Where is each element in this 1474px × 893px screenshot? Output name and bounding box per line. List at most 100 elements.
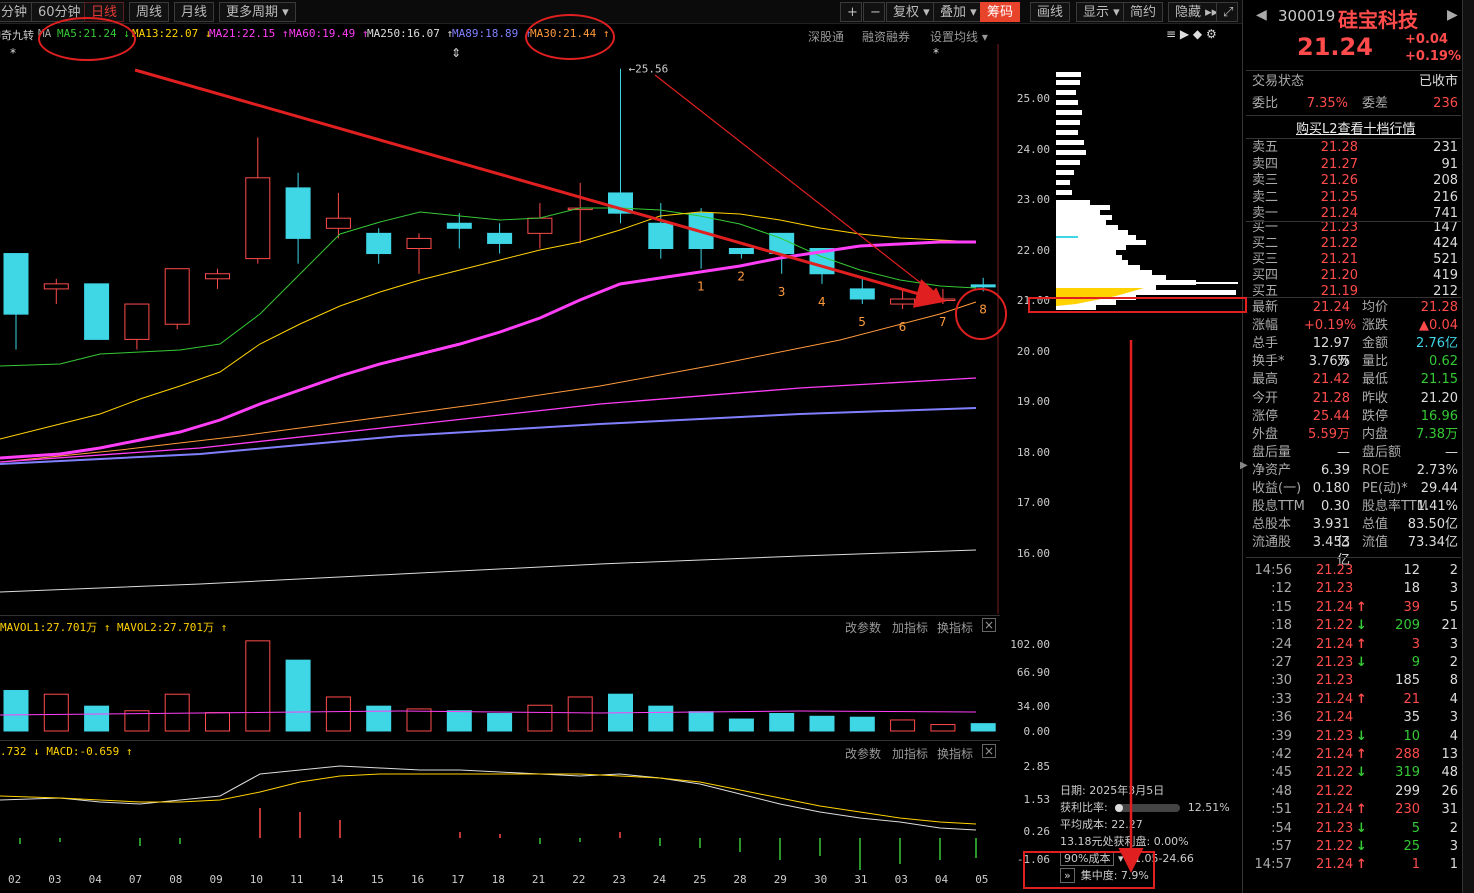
volume-tick: 0.00 — [1023, 725, 1051, 738]
margin-link[interactable]: 融资融券 — [862, 28, 910, 45]
candle-body[interactable] — [890, 298, 916, 305]
zoom-in-button[interactable]: + — [840, 2, 862, 22]
date-tick: 31 — [854, 873, 868, 886]
chips-button[interactable]: 筹码 — [980, 2, 1021, 22]
candle-body[interactable] — [728, 248, 754, 255]
date-tick: 16 — [411, 873, 425, 886]
chip-bar — [1056, 80, 1080, 85]
date-tick: 29 — [773, 873, 787, 886]
volume-bar — [366, 705, 392, 732]
date-tick: 15 — [370, 873, 384, 886]
candle-body[interactable] — [366, 232, 392, 255]
tick-row: :51 21.24 ↑ 230 31 — [1271, 802, 1458, 818]
collapse-panel-icon[interactable]: ▶ — [1240, 460, 1248, 471]
candle-body[interactable] — [970, 284, 996, 288]
macd-tick: 2.85 — [1023, 760, 1051, 773]
tab-minute[interactable]: 分钟 — [0, 2, 35, 22]
ma-legend-item[interactable]: MA250:16.07 ↑ — [367, 27, 453, 40]
candle-body[interactable] — [688, 212, 714, 249]
macd-tick: 0.26 — [1023, 825, 1051, 838]
candle-body[interactable] — [325, 217, 351, 229]
volume-bar — [890, 719, 916, 732]
stats-row: 净资产 6.39 ROE 2.73% — [1252, 462, 1458, 478]
ma-legend-item[interactable]: MA89:18.89 ↑ — [452, 27, 531, 40]
chart-tool-icons[interactable]: ≡ ▶ ◆ ⚙ — [1166, 27, 1217, 41]
tab-monthly[interactable]: 月线 — [174, 2, 215, 22]
signal-star: * — [933, 46, 939, 60]
candle-body[interactable] — [849, 288, 875, 300]
chip-bar — [1056, 150, 1086, 155]
stats-row: 换手* 3.76% 量比 0.62 — [1252, 354, 1458, 370]
tab-weekly[interactable]: 周线 — [129, 2, 170, 22]
vol-switch-indicator-link[interactable]: 换指标 — [937, 619, 973, 636]
volume-bar — [769, 713, 795, 732]
vol-close-icon[interactable]: × — [982, 618, 996, 632]
ma-legend-item[interactable]: MA60:19.49 ↑ — [289, 27, 368, 40]
tick-row: :48 21.22 299 26 — [1271, 783, 1458, 799]
candle-body[interactable] — [285, 187, 311, 239]
dea-line — [0, 773, 977, 825]
tab-more-periods[interactable]: 更多周期 ▾ — [219, 2, 296, 22]
ask-row[interactable]: 卖二 21.25 216 — [1252, 189, 1458, 207]
right-scrollbar[interactable] — [1462, 0, 1474, 893]
candle-body[interactable] — [3, 253, 29, 315]
candle-body[interactable] — [608, 192, 633, 214]
next-stock-icon[interactable]: ▶ — [1447, 7, 1458, 23]
stats-row: 外盘 5.59万 内盘 7.38万 — [1252, 426, 1458, 442]
volume-bar — [245, 640, 271, 732]
candle-body[interactable] — [487, 232, 513, 244]
candle-body[interactable] — [245, 177, 271, 260]
simple-button[interactable]: 简约 — [1123, 2, 1164, 22]
candle-body[interactable] — [648, 222, 674, 249]
candle-body[interactable] — [527, 217, 553, 234]
ma-legend-item[interactable]: MA21:22.15 ↑ — [209, 27, 288, 40]
price-tick: 18.00 — [1016, 445, 1050, 459]
nine-turn-label: 3 — [778, 285, 786, 299]
macd-close-icon[interactable]: × — [982, 744, 996, 758]
ask-row[interactable]: 卖四 21.27 91 — [1252, 156, 1458, 174]
volume-chart — [0, 640, 996, 732]
candle-body[interactable] — [205, 273, 230, 280]
date-tick: 07 — [128, 873, 143, 886]
adjust-button[interactable]: 复权 ▾ — [886, 2, 937, 22]
volume-tick: 102.00 — [1010, 638, 1050, 651]
l2-link[interactable]: 购买L2查看十档行情 — [1296, 118, 1416, 137]
tick-row: :54 21.23 ↓ 5 2 — [1271, 820, 1458, 836]
ask-row[interactable]: 卖五 21.28 231 — [1252, 139, 1458, 157]
display-button[interactable]: 显示 ▾ — [1076, 2, 1127, 22]
stats-row: 总股本 3.931亿 总值 83.50亿 — [1252, 517, 1458, 551]
ma-settings-link[interactable]: 设置均线 ▾ — [930, 28, 988, 45]
draw-button[interactable]: 画线 — [1030, 2, 1071, 22]
vol-params-link[interactable]: 改参数 — [845, 619, 881, 636]
date-tick: 10 — [249, 873, 264, 886]
volume-bar — [567, 696, 593, 732]
chip-bar — [1056, 130, 1078, 135]
ma-legend-item[interactable]: MA13:22.07 ↓ — [132, 27, 211, 40]
date-tick: 21 — [531, 873, 546, 886]
candle-body[interactable] — [446, 222, 472, 229]
annotation-box-chips — [1028, 297, 1247, 313]
vol-add-indicator-link[interactable]: 加指标 — [892, 619, 928, 636]
candle-body[interactable] — [406, 237, 432, 249]
candle-body[interactable] — [124, 303, 150, 340]
candle-body[interactable] — [84, 283, 110, 340]
candlestick-chart[interactable]: ←25.5612345 6 78* ⇕ * — [0, 44, 1000, 634]
tick-row: 14:56 21.23 12 2 — [1254, 563, 1458, 578]
overlay-button[interactable]: 叠加 ▾ — [933, 2, 984, 22]
high-price-marker: ←25.56 — [629, 63, 669, 76]
prev-stock-icon[interactable]: ◀ — [1256, 7, 1267, 23]
ask-row[interactable]: 卖三 21.26 208 — [1252, 172, 1458, 190]
stock-price: 21.24 — [1297, 33, 1373, 61]
volume-bar — [84, 705, 110, 732]
zoom-out-button[interactable]: − — [863, 2, 885, 22]
candle-body[interactable] — [164, 268, 190, 325]
date-tick: 03 — [48, 873, 62, 886]
chip-bar — [1056, 275, 1166, 280]
chip-bar — [1056, 225, 1118, 230]
candle-body[interactable] — [43, 283, 69, 290]
candle-body[interactable] — [930, 298, 956, 301]
shengu-link[interactable]: 深股通 — [808, 28, 844, 45]
chip-bar — [1056, 72, 1081, 77]
fullscreen-icon[interactable]: ⤢ — [1216, 2, 1238, 22]
candle-body[interactable] — [769, 232, 795, 255]
